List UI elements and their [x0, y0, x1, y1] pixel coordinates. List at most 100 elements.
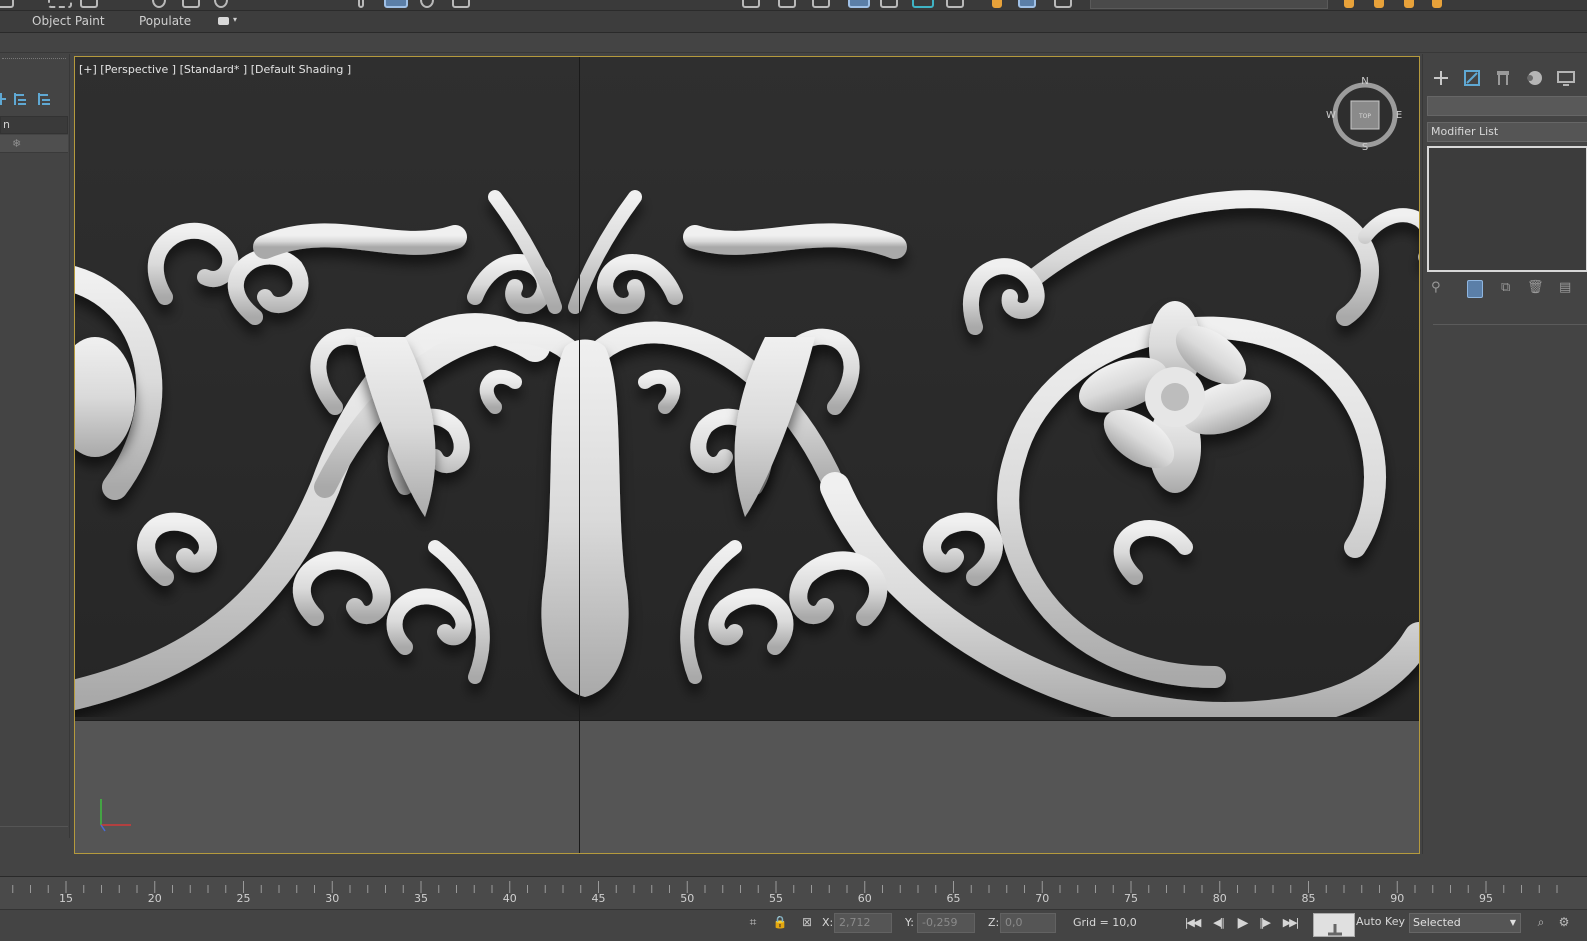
- show-end-result-icon[interactable]: [1467, 280, 1483, 298]
- ribbon-panel: [0, 34, 1587, 53]
- hierarchy-icon[interactable]: [1493, 68, 1513, 88]
- bulb-icon[interactable]: [1432, 0, 1442, 8]
- modify-icon[interactable]: [1462, 68, 1482, 88]
- hierarchy-icon[interactable]: [0, 92, 12, 106]
- tab-object-paint[interactable]: Object Paint: [32, 14, 105, 28]
- window-crossing-icon[interactable]: [80, 0, 98, 8]
- align-icon[interactable]: [778, 0, 796, 8]
- list-item[interactable]: ❄: [0, 135, 68, 153]
- object-name-field[interactable]: [1427, 96, 1587, 116]
- column-header-name[interactable]: n: [0, 116, 68, 134]
- material-editor-icon[interactable]: [946, 0, 964, 8]
- timeline-tick-label: 85: [1301, 892, 1316, 905]
- ref-coord-icon[interactable]: [214, 0, 228, 8]
- pin-stack-icon[interactable]: ⚲: [1431, 280, 1447, 298]
- isolate-selection-icon[interactable]: ⌗: [745, 914, 761, 930]
- rotate-icon[interactable]: [152, 0, 166, 8]
- render-icon[interactable]: [1054, 0, 1072, 8]
- select-icon[interactable]: [0, 0, 14, 8]
- search-icon[interactable]: ⌕: [1533, 914, 1549, 930]
- go-to-start-icon[interactable]: |◀◀: [1183, 914, 1202, 932]
- timeline-tick-label: 45: [591, 892, 606, 905]
- ribbon-tab-bar: Object Paint Populate ▾: [0, 11, 1587, 33]
- divider: [0, 826, 68, 828]
- display-icon[interactable]: [1555, 68, 1575, 88]
- next-frame-icon[interactable]: ||▶: [1255, 914, 1273, 932]
- remove-modifier-icon[interactable]: 🗑: [1527, 280, 1544, 298]
- x-coordinate-field[interactable]: 2,712: [834, 913, 892, 933]
- layer-icon[interactable]: [812, 0, 830, 8]
- y-label: Y:: [905, 916, 914, 929]
- select-manipulate-icon[interactable]: [384, 0, 408, 8]
- viewcube[interactable]: TOP N S E W: [1325, 75, 1405, 155]
- absolute-mode-icon[interactable]: ⊠: [799, 914, 815, 930]
- scale-icon[interactable]: [182, 0, 200, 8]
- chevron-down-icon: ▼: [1509, 918, 1516, 927]
- tab-populate[interactable]: Populate: [139, 14, 191, 28]
- display-children-icon[interactable]: [37, 92, 53, 106]
- timeline-tick-label: 50: [680, 892, 695, 905]
- make-unique-icon[interactable]: ⧉: [1501, 280, 1517, 298]
- go-to-end-icon[interactable]: ▶▶|: [1281, 914, 1300, 932]
- mirror-icon[interactable]: [742, 0, 760, 8]
- timeline-tick-label: 75: [1124, 892, 1138, 905]
- timeline-tick-label: 80: [1212, 892, 1227, 905]
- selection-filter-dropdown[interactable]: Selected ▼: [1409, 913, 1521, 933]
- divider: [1433, 324, 1587, 325]
- y-coordinate-field[interactable]: -0,259: [917, 913, 975, 933]
- sun-icon[interactable]: [1344, 0, 1354, 8]
- timeline-tick-label: 65: [946, 892, 961, 905]
- compass-east[interactable]: E: [1396, 110, 1402, 121]
- timeline-tick-label: 30: [325, 892, 340, 905]
- region-select-icon[interactable]: [48, 0, 72, 8]
- perspective-viewport[interactable]: [+] [Perspective ] [Standard* ] [Default…: [74, 56, 1420, 854]
- snowflake-icon[interactable]: ❄: [12, 137, 21, 150]
- set-key-button[interactable]: [1313, 913, 1355, 937]
- timeline-tick-label: 60: [857, 892, 872, 905]
- ribbon-toggle-icon: [218, 17, 229, 25]
- compass-west[interactable]: W: [1326, 110, 1336, 121]
- carved-ornament-model[interactable]: [75, 157, 1419, 717]
- configure-sets-icon[interactable]: ▤: [1559, 280, 1575, 298]
- pivot-icon[interactable]: [358, 0, 364, 8]
- lock-icon[interactable]: [1374, 0, 1384, 8]
- folder-icon[interactable]: [1404, 0, 1414, 8]
- timeline-tick-label: 55: [769, 892, 783, 905]
- toolbar-search-field[interactable]: [1090, 0, 1328, 9]
- key-filters-icon[interactable]: ⚙: [1556, 914, 1572, 930]
- viewcube-face[interactable]: TOP: [1358, 113, 1371, 120]
- ribbon-options-dropdown[interactable]: ▾: [218, 15, 240, 28]
- viewport-label-menu[interactable]: [+] [Perspective ] [Standard* ] [Default…: [79, 63, 351, 76]
- previous-frame-icon[interactable]: ◀||: [1209, 914, 1227, 932]
- timeline-tick-label: 20: [147, 892, 162, 905]
- selection-lock-icon[interactable]: 🔒: [772, 914, 788, 930]
- modifier-stack[interactable]: [1427, 146, 1587, 272]
- panel-grip[interactable]: [2, 58, 66, 61]
- render-setup-icon[interactable]: [992, 0, 1002, 8]
- rendered-frame-icon[interactable]: [1018, 0, 1036, 8]
- angle-snap-icon[interactable]: [452, 0, 470, 8]
- curve-editor-icon[interactable]: [880, 0, 898, 8]
- main-toolbar: [0, 0, 1587, 11]
- viewport-ground: [75, 720, 1419, 853]
- compass-north[interactable]: N: [1361, 76, 1368, 87]
- snap-toggle-icon[interactable]: [420, 0, 434, 8]
- play-icon[interactable]: ▶: [1233, 914, 1251, 932]
- timeline-tick-label: 25: [236, 892, 251, 905]
- compass-south[interactable]: S: [1362, 142, 1368, 153]
- command-panel-tabs: [1423, 62, 1587, 92]
- sort-tree-icon[interactable]: [13, 92, 29, 106]
- timeline-ticks: [12, 881, 1558, 893]
- command-panel: Modifier List ⚲ ⧉ 🗑 ▤: [1422, 54, 1587, 854]
- timeline-ruler[interactable]: 15 20 25 30 35 40 45 50 55 60 65 70 75 80 85 90 95: [0, 876, 1587, 909]
- auto-key-button[interactable]: Auto Key: [1356, 915, 1405, 928]
- key-icon: [1328, 924, 1342, 936]
- motion-icon[interactable]: [1524, 68, 1544, 88]
- modifier-list-dropdown[interactable]: Modifier List: [1427, 122, 1587, 142]
- status-bar: ⌗ 🔒 ⊠ X: 2,712 Y: -0,259 Z: 0,0 Grid = 1…: [0, 909, 1587, 941]
- create-icon[interactable]: [1431, 68, 1451, 88]
- scene-explorer-toggle-icon[interactable]: [848, 0, 870, 8]
- z-coordinate-field[interactable]: 0,0: [1000, 913, 1056, 933]
- viewport-grid-line: [579, 57, 580, 853]
- schematic-view-icon[interactable]: [912, 0, 934, 8]
